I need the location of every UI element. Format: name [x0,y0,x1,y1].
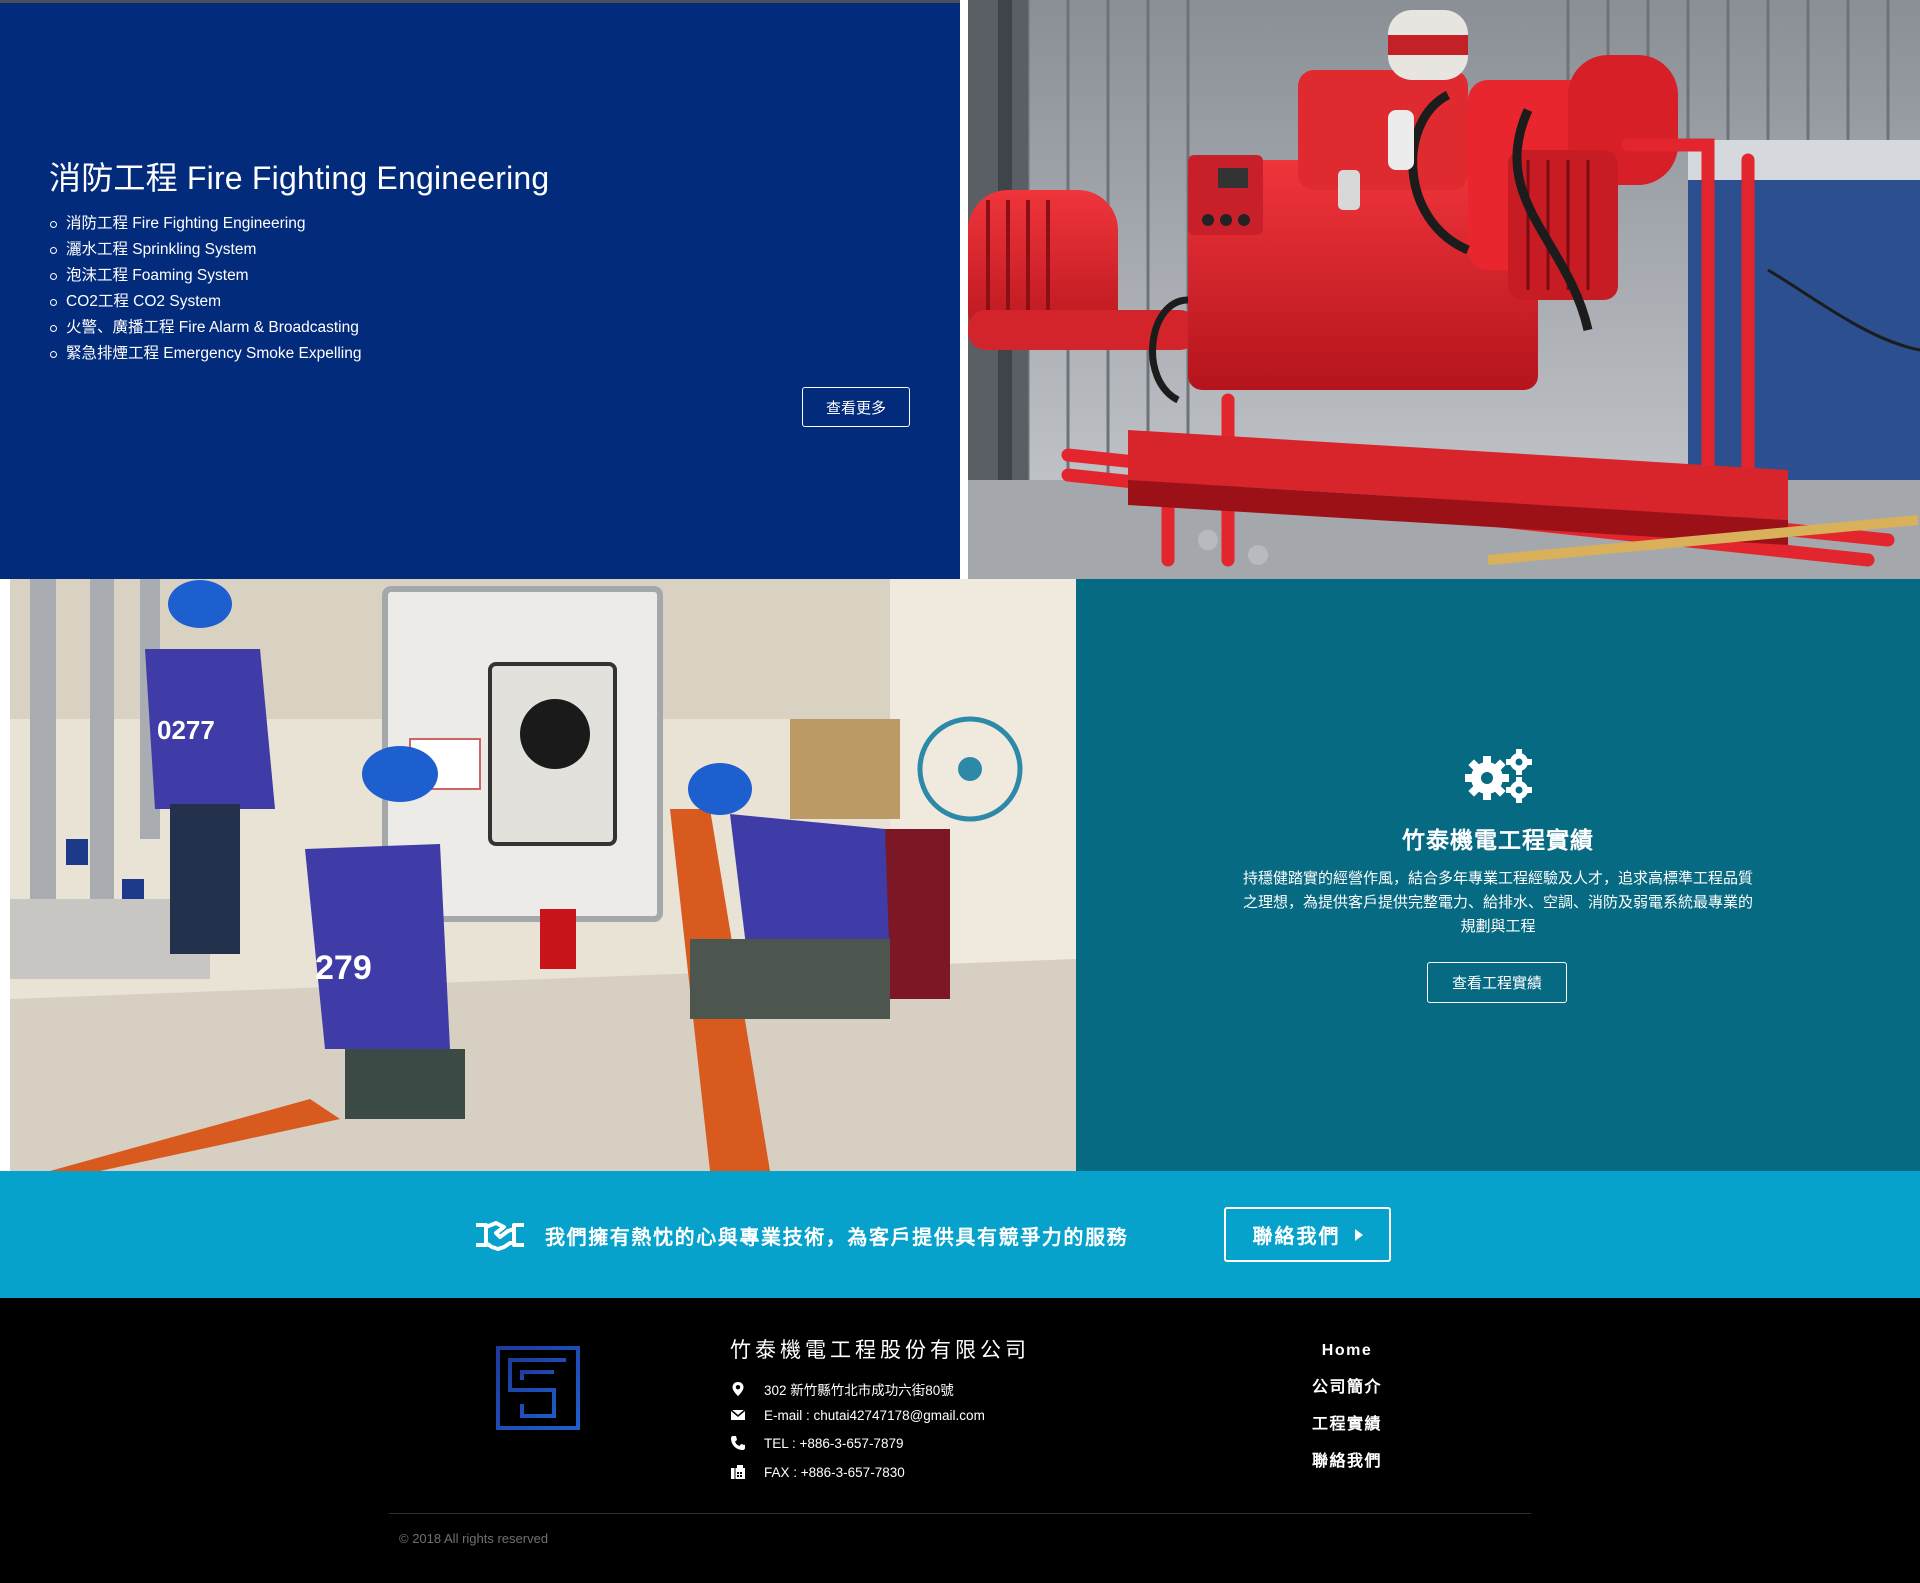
projects-section: 0277 279 竹泰機電工程實績 持穩健踏實的經營作風，結合多年專業工程經驗及… [0,579,1920,1171]
phone-icon [731,1436,745,1450]
company-logo [496,1346,580,1430]
svg-text:279: 279 [315,949,372,987]
divider [0,579,10,1171]
caret-right-icon [1354,1228,1363,1241]
phone-text: TEL : +886-3-657-7879 [764,1435,904,1451]
projects-panel: 竹泰機電工程實績 持穩健踏實的經營作風，結合多年專業工程經驗及人才，追求高標準工… [1076,579,1920,1171]
list-item: 泡沫工程 Foaming System [49,263,361,289]
company-name: 竹泰機電工程股份有限公司 [730,1339,1030,1362]
projects-description: 持穩健踏實的經營作風，結合多年專業工程經驗及人才，追求高標準工程品質之理想，為提… [1242,870,1753,935]
footer-nav: Home 公司簡介 工程實績 聯絡我們 [1300,1338,1394,1486]
email-text[interactable]: E-mail : chutai42747178@gmail.com [764,1408,985,1423]
list-item: CO2工程 CO2 System [49,289,361,315]
list-item: 消防工程 Fire Fighting Engineering [49,211,361,237]
contact-us-label: 聯絡我們 [1252,1226,1341,1248]
footer-nav-about[interactable]: 公司簡介 [1300,1375,1394,1412]
fax-text: FAX : +886-3-657-7830 [764,1464,905,1480]
phone-row: TEL : +886-3-657-7879 [730,1435,903,1451]
footer-nav-home[interactable]: Home [1300,1338,1394,1375]
gears-icon [1465,749,1532,803]
mail-stack-icon [730,1409,746,1420]
projects-title: 竹泰機電工程實績 [1402,827,1594,853]
fax-icon [731,1465,745,1479]
fire-pump-photo [968,0,1920,579]
view-more-button[interactable]: 查看更多 [802,387,910,427]
list-item: 灑水工程 Sprinkling System [49,237,361,263]
footer-nav-contact[interactable]: 聯絡我們 [1300,1449,1394,1486]
workers-photo: 0277 279 [10,579,1076,1171]
address-row: 302 新竹縣竹北市成功六街80號 [730,1379,954,1399]
cta-text: 我們擁有熱忱的心與專業技術，為客戶提供具有競爭力的服務 [545,1227,1129,1249]
list-item: 火警、廣播工程 Fire Alarm & Broadcasting [49,315,361,341]
fire-fighting-list: 消防工程 Fire Fighting Engineering 灑水工程 Spri… [49,211,361,367]
fax-row: FAX : +886-3-657-7830 [730,1464,905,1480]
fire-fighting-section: 消防工程 Fire Fighting Engineering 消防工程 Fire… [0,0,1920,579]
fire-fighting-panel: 消防工程 Fire Fighting Engineering 消防工程 Fire… [0,3,960,579]
svg-text:0277: 0277 [157,715,215,745]
footer: 竹泰機電工程股份有限公司 302 新竹縣竹北市成功六街80號 E-mail : … [0,1298,1920,1583]
location-pin-icon [732,1382,744,1396]
cta-band: 我們擁有熱忱的心與專業技術，為客戶提供具有競爭力的服務 聯絡我們 [0,1171,1920,1298]
divider [960,0,968,579]
contact-us-button[interactable]: 聯絡我們 [1224,1207,1391,1262]
footer-divider [389,1513,1531,1514]
list-item: 緊急排煙工程 Emergency Smoke Expelling [49,341,361,367]
email-row: E-mail : chutai42747178@gmail.com [730,1407,985,1423]
footer-nav-projects[interactable]: 工程實績 [1300,1412,1394,1449]
address-text: 302 新竹縣竹北市成功六街80號 [764,1383,954,1398]
view-projects-button[interactable]: 查看工程實績 [1427,962,1567,1003]
fire-fighting-title: 消防工程 Fire Fighting Engineering [49,160,550,196]
copyright-text: © 2018 All rights reserved [399,1531,549,1546]
handshake-icon [476,1221,524,1251]
